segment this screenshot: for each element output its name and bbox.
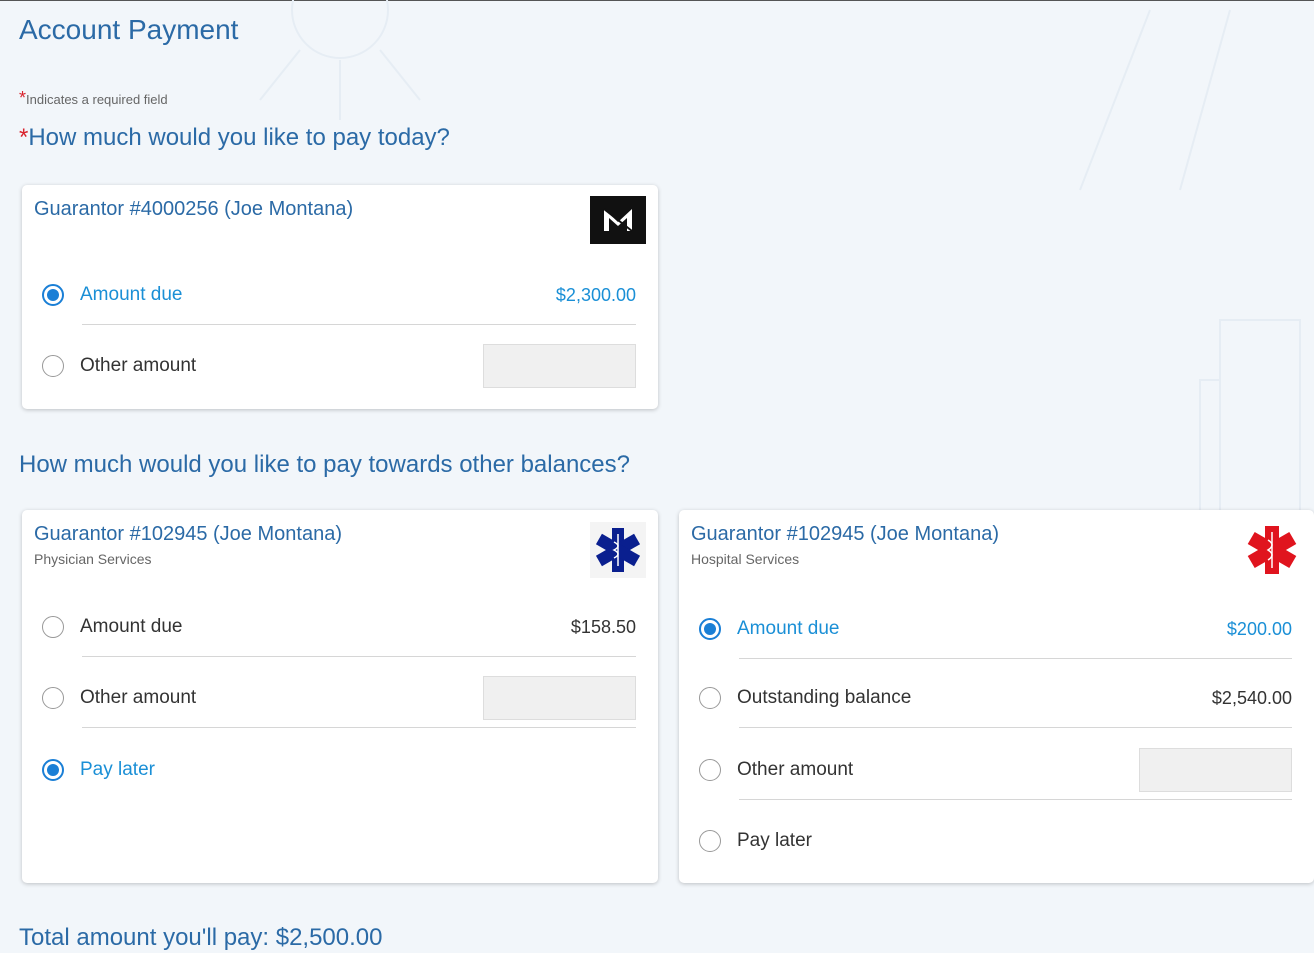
option-other-amount[interactable]: Other amount <box>42 670 636 728</box>
other-amount-input[interactable] <box>483 344 636 388</box>
option-label: Amount due <box>80 616 183 637</box>
required-field-note: *Indicates a required field <box>19 88 168 109</box>
radio-button[interactable] <box>699 687 721 709</box>
question-pay-today-text: How much would you like to pay today? <box>28 124 450 151</box>
page-title: Account Payment <box>19 14 239 45</box>
option-label: Amount due <box>737 618 840 639</box>
question-other-balances: How much would you like to pay towards o… <box>19 451 630 478</box>
option-amount-due[interactable]: Amount due $200.00 <box>699 601 1292 659</box>
radio-button[interactable] <box>699 759 721 781</box>
required-note-text: Indicates a required field <box>26 92 168 107</box>
card-subtitle: Hospital Services <box>691 551 800 567</box>
other-amount-input[interactable] <box>1139 748 1292 792</box>
guarantor-card-102945-hospital: Guarantor #102945 (Joe Montana) Hospital… <box>679 510 1314 883</box>
amount-value: $2,540.00 <box>1211 687 1292 708</box>
option-other-amount[interactable]: Other amount <box>42 338 636 394</box>
option-label: Amount due <box>80 284 183 305</box>
card-title: Guarantor #102945 (Joe Montana) <box>691 523 999 545</box>
option-amount-due[interactable]: Amount due $2,300.00 <box>42 267 636 325</box>
star-of-life-icon <box>1242 522 1302 578</box>
option-pay-later[interactable]: Pay later <box>42 742 636 798</box>
guarantor-card-4000256: Guarantor #4000256 (Joe Montana) Amount … <box>22 185 658 409</box>
option-pay-later[interactable]: Pay later <box>699 813 1292 869</box>
required-asterisk-icon: * <box>19 88 27 108</box>
option-other-amount[interactable]: Other amount <box>699 742 1292 800</box>
radio-button[interactable] <box>699 830 721 852</box>
option-label: Pay later <box>80 759 155 780</box>
required-asterisk-icon: * <box>19 124 29 151</box>
radio-button[interactable] <box>42 284 64 306</box>
option-label: Other amount <box>80 687 197 708</box>
star-of-life-icon <box>590 522 646 578</box>
card-title: Guarantor #4000256 (Joe Montana) <box>34 198 354 220</box>
amount-value: $158.50 <box>570 616 636 637</box>
top-border <box>0 0 1314 1</box>
option-label: Outstanding balance <box>737 687 912 708</box>
m-logo-icon <box>590 196 646 244</box>
card-subtitle: Physician Services <box>34 551 152 567</box>
option-label: Other amount <box>737 759 854 780</box>
radio-button[interactable] <box>42 759 64 781</box>
amount-value: $200.00 <box>1226 618 1292 639</box>
other-amount-input[interactable] <box>483 676 636 720</box>
option-outstanding-balance[interactable]: Outstanding balance $2,540.00 <box>699 670 1292 728</box>
guarantor-card-102945-physician: Guarantor #102945 (Joe Montana) Physicia… <box>22 510 658 883</box>
option-amount-due[interactable]: Amount due $158.50 <box>42 599 636 657</box>
radio-button[interactable] <box>42 687 64 709</box>
question-pay-today: *How much would you like to pay today? <box>19 124 450 152</box>
radio-button[interactable] <box>699 618 721 640</box>
option-label: Pay later <box>737 830 812 851</box>
option-label: Other amount <box>80 355 197 376</box>
total-amount: Total amount you'll pay: $2,500.00 <box>19 924 383 951</box>
card-title: Guarantor #102945 (Joe Montana) <box>34 523 342 545</box>
radio-button[interactable] <box>42 355 64 377</box>
radio-button[interactable] <box>42 616 64 638</box>
amount-value: $2,300.00 <box>555 284 636 305</box>
